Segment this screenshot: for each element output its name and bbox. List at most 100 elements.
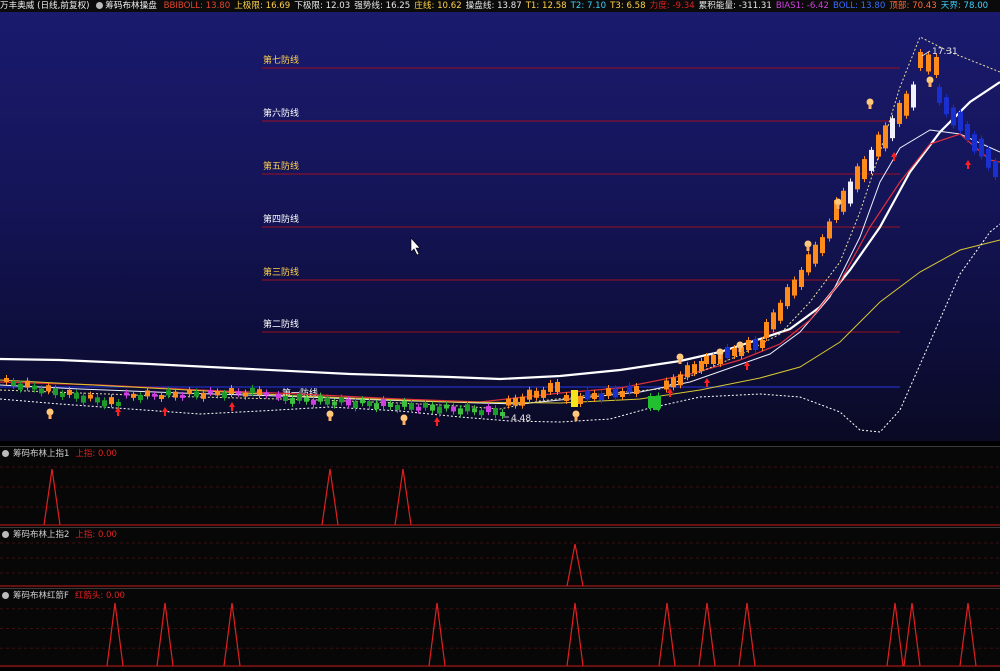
stock-title[interactable]: 万丰奥威 (日线,前复权) bbox=[0, 0, 90, 12]
candle-body bbox=[187, 390, 192, 395]
main-candlestick-chart[interactable]: 第七防线第六防线第五防线第四防线第三防线第二防线第一防线17.314.48 bbox=[0, 12, 1000, 441]
candle-body bbox=[704, 356, 709, 364]
indicator-value-1: 上极限: 16.69 bbox=[234, 1, 291, 11]
candle-body bbox=[180, 394, 185, 398]
candle-body bbox=[760, 340, 765, 348]
signal-spike bbox=[658, 602, 676, 667]
candle-body bbox=[678, 374, 683, 386]
candle-body bbox=[965, 124, 970, 140]
candle-body bbox=[290, 397, 295, 404]
red-up-arrow-icon bbox=[965, 160, 971, 169]
red-up-arrow-icon bbox=[891, 152, 897, 161]
candle-body bbox=[4, 378, 9, 382]
subchart-title-3: 筹码布林红箭F 红箭头: 0.00 bbox=[2, 590, 125, 602]
candle-body bbox=[318, 395, 323, 402]
candle-body bbox=[444, 404, 449, 409]
candle-body bbox=[725, 347, 730, 358]
signal-spike bbox=[106, 602, 124, 667]
indicator-values: BBIBOLL: 13.80 上极限: 16.69 下极限: 12.03 强势线: 1… bbox=[164, 0, 993, 12]
candle-body bbox=[493, 408, 498, 416]
indicator-name[interactable]: 筹码布林操盘 bbox=[96, 0, 157, 12]
candle-body bbox=[876, 134, 881, 157]
candle-body bbox=[39, 388, 44, 394]
candle-body bbox=[297, 393, 302, 401]
candle-body bbox=[472, 408, 477, 413]
defense-line-label: 第三防线 bbox=[263, 266, 299, 278]
candle-body bbox=[555, 382, 560, 392]
hand-signal-icon bbox=[868, 104, 872, 109]
candle-body bbox=[304, 397, 309, 402]
candle-body bbox=[904, 93, 909, 116]
candle-body bbox=[18, 383, 23, 390]
upper-band-line bbox=[0, 81, 1000, 381]
candle-body bbox=[388, 403, 393, 407]
candle-body bbox=[257, 389, 262, 396]
settings-dot-icon[interactable] bbox=[2, 592, 9, 599]
candle-body bbox=[585, 390, 590, 400]
candle-body bbox=[416, 406, 421, 411]
candle-body bbox=[250, 387, 255, 393]
candle-body bbox=[243, 392, 248, 397]
candle-body bbox=[325, 397, 330, 405]
candle-body bbox=[229, 388, 234, 394]
subchart-panel-2[interactable]: 筹码布林上指2 上指: 0.00 bbox=[0, 527, 1000, 588]
candle-body bbox=[32, 385, 37, 390]
defense-line-label: 第五防线 bbox=[263, 160, 299, 172]
candle-body bbox=[732, 348, 737, 356]
settings-dot-icon[interactable] bbox=[2, 450, 9, 457]
price-chart-svg[interactable]: 第七防线第六防线第五防线第四防线第三防线第二防线第一防线17.314.48 bbox=[0, 12, 1000, 441]
candle-body bbox=[374, 403, 379, 410]
candle-body bbox=[276, 394, 281, 398]
signal-spike bbox=[698, 602, 716, 667]
candle-body bbox=[541, 389, 546, 398]
candle-body bbox=[564, 395, 569, 401]
candle-body bbox=[451, 406, 456, 412]
candle-body bbox=[339, 397, 344, 403]
candle-body bbox=[486, 406, 491, 413]
signal-spike bbox=[738, 602, 756, 667]
candle-body bbox=[283, 395, 288, 401]
subchart-panel-3[interactable]: 筹码布林红箭F 红箭头: 0.00 bbox=[0, 588, 1000, 668]
indicator-value-2: 下极限: 12.03 bbox=[294, 1, 351, 11]
signal-spike bbox=[566, 602, 584, 667]
candle-body bbox=[81, 395, 86, 403]
defense-line-label: 第七防线 bbox=[263, 54, 299, 66]
indicator-value-10: 累积能量: -311.31 bbox=[698, 1, 772, 11]
subchart-panel-1[interactable]: 筹码布林上指1 上指: 0.00 bbox=[0, 446, 1000, 527]
candle-body bbox=[409, 402, 414, 410]
hand-signal-icon bbox=[48, 414, 52, 419]
candle-body bbox=[890, 118, 895, 139]
candle-body bbox=[500, 412, 505, 416]
candle-body bbox=[883, 125, 888, 149]
candle-body bbox=[95, 397, 100, 403]
defense-line-label: 第六防线 bbox=[263, 107, 299, 119]
upper-limit-line bbox=[0, 36, 1000, 410]
candle-body bbox=[346, 399, 351, 406]
indicator-value-5: 操盘线: 13.87 bbox=[465, 1, 522, 11]
indicator-value-6: T1: 12.58 bbox=[525, 1, 567, 11]
candle-body bbox=[465, 404, 470, 412]
hand-signal-icon bbox=[718, 354, 722, 359]
defense-line-label: 第四防线 bbox=[263, 213, 299, 225]
candle-body bbox=[897, 102, 902, 124]
candle-body bbox=[159, 395, 164, 399]
indicator-value-8: T3: 6.58 bbox=[610, 1, 646, 11]
candle-body bbox=[606, 388, 611, 396]
indicator-value-0: BBIBOLL: 13.80 bbox=[163, 1, 231, 11]
candle-body bbox=[311, 399, 316, 405]
candle-body bbox=[534, 390, 539, 398]
settings-dot-icon[interactable] bbox=[2, 531, 9, 538]
subchart-title-1: 筹码布林上指1 上指: 0.00 bbox=[2, 448, 117, 460]
candle-body bbox=[806, 254, 811, 273]
settings-dot-icon[interactable] bbox=[96, 2, 104, 9]
signal-spike bbox=[428, 602, 446, 667]
candle-body bbox=[102, 400, 107, 407]
hand-signal-icon bbox=[328, 416, 332, 421]
candle-body bbox=[201, 392, 206, 399]
candle-body bbox=[194, 391, 199, 397]
candle-body bbox=[792, 279, 797, 296]
indicator-value-7: T2: 7.10 bbox=[570, 1, 607, 11]
candle-body bbox=[934, 57, 939, 75]
candle-body bbox=[862, 159, 867, 180]
candle-body bbox=[848, 181, 853, 204]
